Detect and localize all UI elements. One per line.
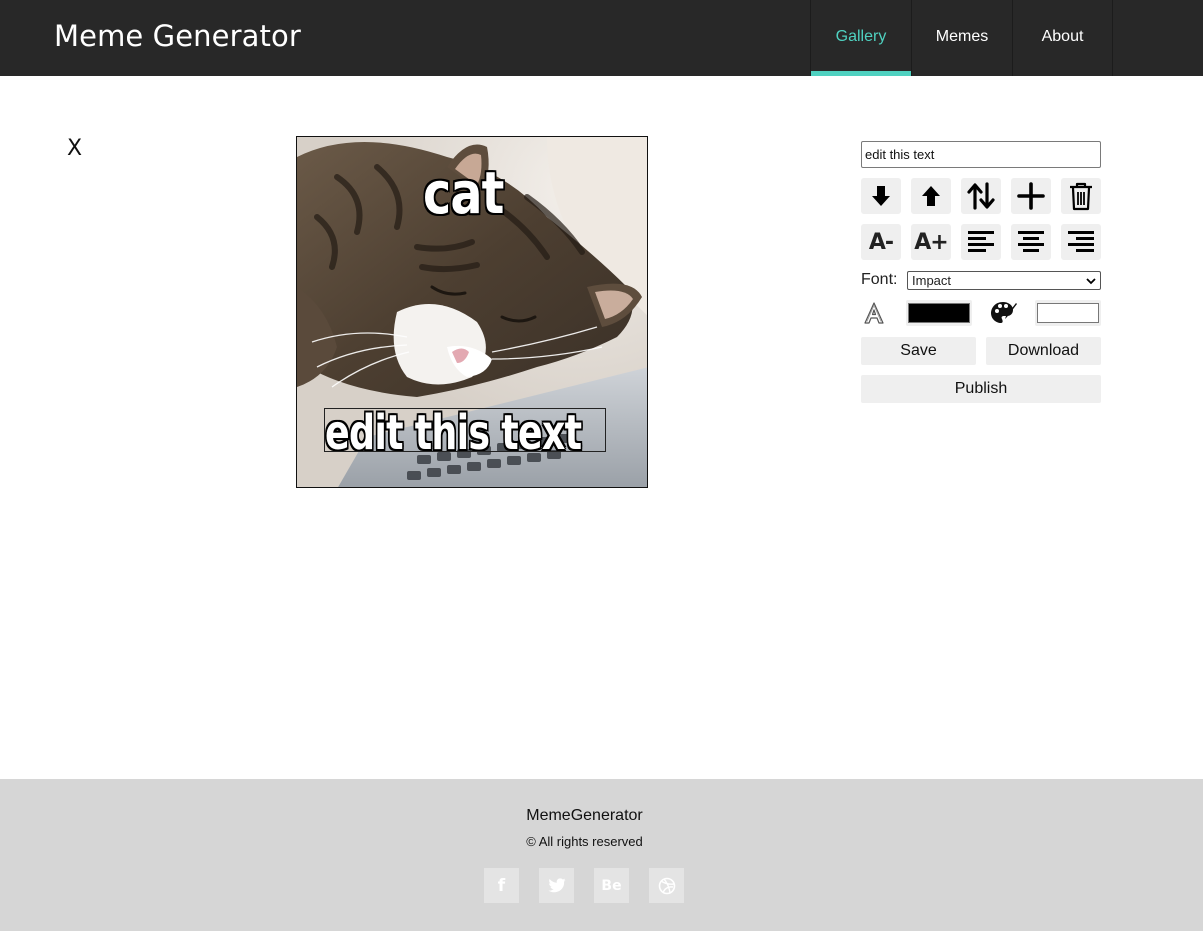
font-select-value: Impact — [912, 272, 952, 288]
fill-color-picker[interactable] — [1035, 300, 1101, 326]
publish-button[interactable]: Publish — [861, 375, 1101, 403]
increase-font-icon: A+ — [914, 229, 948, 255]
save-button[interactable]: Save — [861, 337, 976, 365]
stroke-color-swatch — [908, 303, 970, 323]
decrease-font-button[interactable]: A- — [861, 224, 901, 260]
switch-line-button[interactable] — [961, 178, 1001, 214]
delete-line-button[interactable] — [1061, 178, 1101, 214]
selected-line-outline — [324, 408, 606, 452]
top-header: Meme Generator Gallery Memes About — [0, 0, 1203, 76]
social-links: f Be — [484, 868, 684, 903]
text-stroke-icon — [864, 302, 884, 324]
main-nav: Gallery Memes About — [810, 0, 1113, 76]
move-line-down-button[interactable] — [861, 178, 901, 214]
dribbble-link[interactable] — [649, 868, 684, 903]
color-row — [861, 300, 1101, 326]
font-label: Font: — [861, 271, 898, 288]
arrow-up-icon — [922, 186, 940, 206]
increase-font-button[interactable]: A+ — [911, 224, 951, 260]
trash-icon — [1070, 182, 1092, 211]
stroke-color-picker[interactable] — [906, 300, 972, 326]
text-format-row: A- A+ — [861, 224, 1101, 260]
meme-canvas[interactable]: cat edit this text — [296, 136, 648, 488]
footer-title: MemeGenerator — [526, 807, 643, 824]
save-row: Save Download — [861, 337, 1101, 365]
palette-icon — [991, 302, 1017, 323]
footer: MemeGenerator © All rights reserved f Be — [0, 779, 1203, 931]
nav-about[interactable]: About — [1012, 0, 1113, 76]
font-row: Font: Impact — [861, 270, 1101, 290]
swap-vertical-icon — [967, 182, 995, 210]
move-line-up-button[interactable] — [911, 178, 951, 214]
nav-memes[interactable]: Memes — [911, 0, 1012, 76]
footer-copyright: © All rights reserved — [526, 834, 643, 849]
align-center-button[interactable] — [1011, 224, 1051, 260]
arrow-down-icon — [872, 186, 890, 206]
close-editor-button[interactable]: X — [67, 136, 82, 161]
download-button[interactable]: Download — [986, 337, 1101, 365]
dribbble-icon — [658, 877, 675, 894]
align-center-icon — [1018, 231, 1044, 252]
plus-icon — [1017, 182, 1045, 210]
meme-text-input[interactable] — [861, 141, 1101, 168]
align-left-icon — [968, 231, 994, 252]
facebook-icon: f — [497, 875, 506, 896]
align-right-button[interactable] — [1061, 224, 1101, 260]
line-actions-row — [861, 178, 1101, 214]
nav-gallery[interactable]: Gallery — [810, 0, 911, 76]
decrease-font-icon: A- — [868, 229, 894, 255]
facebook-link[interactable]: f — [484, 868, 519, 903]
behance-link[interactable]: Be — [594, 868, 629, 903]
editor-controls: A- A+ Font: Impact — [861, 141, 1101, 403]
font-select[interactable]: Impact — [907, 270, 1101, 290]
chevron-down-icon — [1086, 277, 1096, 284]
brand-title[interactable]: Meme Generator — [54, 19, 301, 53]
twitter-link[interactable] — [539, 868, 574, 903]
twitter-icon — [548, 878, 565, 893]
meme-top-text[interactable]: cat — [423, 159, 504, 227]
fill-color-swatch — [1037, 303, 1099, 323]
behance-icon: Be — [601, 877, 622, 894]
align-right-icon — [1068, 231, 1094, 252]
add-line-button[interactable] — [1011, 178, 1051, 214]
align-left-button[interactable] — [961, 224, 1001, 260]
